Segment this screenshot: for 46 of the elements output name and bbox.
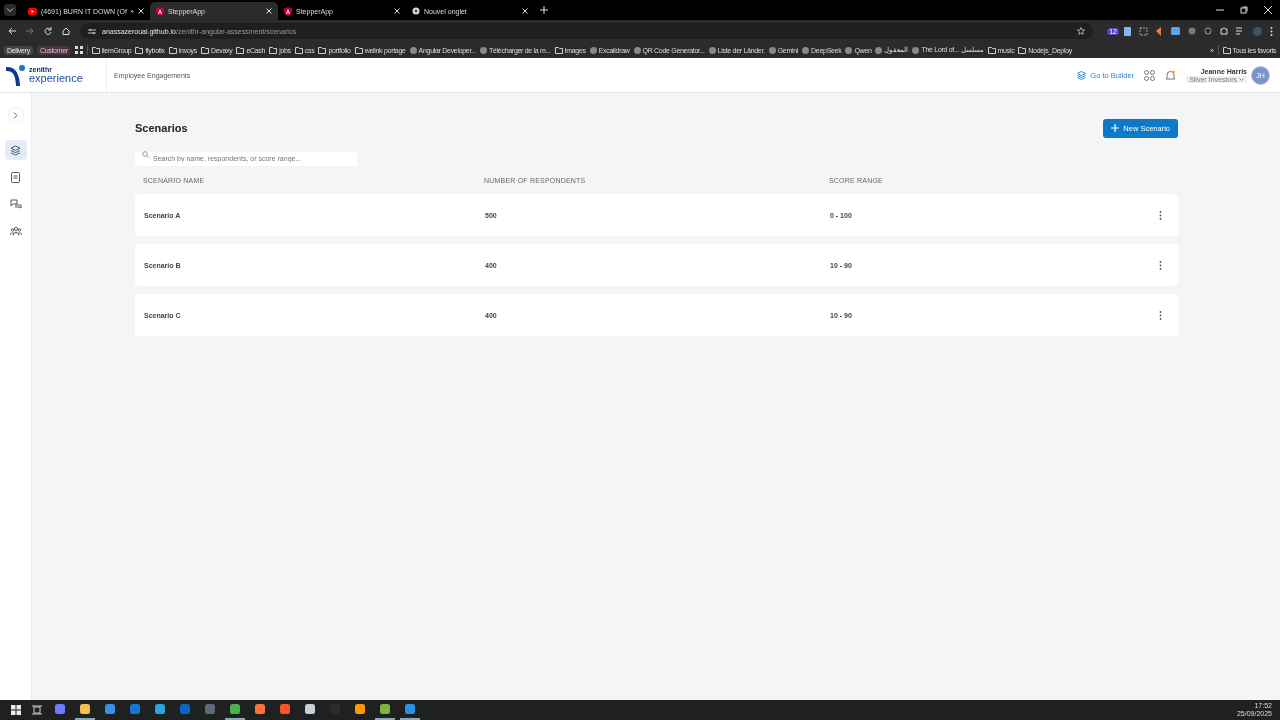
- site-icon: [708, 46, 716, 54]
- site-icon: [845, 46, 853, 54]
- more-icon[interactable]: [1270, 26, 1273, 36]
- page-title: Scenarios: [135, 122, 188, 134]
- site-icon: [768, 46, 776, 54]
- people-icon: [9, 226, 22, 236]
- site-icon: [480, 46, 488, 54]
- logo-text: experience: [29, 73, 83, 84]
- windows-icon[interactable]: [11, 705, 21, 715]
- site-icon: [409, 46, 417, 54]
- task-view-icon[interactable]: [32, 705, 42, 715]
- more-icon[interactable]: [1159, 310, 1162, 320]
- close-icon[interactable]: [266, 8, 272, 14]
- media-icon[interactable]: [1236, 27, 1245, 35]
- bell-icon[interactable]: [1165, 69, 1177, 81]
- site-icon: [802, 46, 810, 54]
- site-icon: [589, 46, 597, 54]
- caret-icon: [1239, 77, 1244, 81]
- layers-nav-item[interactable]: [4, 140, 27, 160]
- more-icon[interactable]: [1159, 260, 1162, 270]
- plus-icon: [1111, 124, 1120, 132]
- layers-icon: [1077, 70, 1087, 80]
- logo-icon: [6, 64, 26, 86]
- search-icon: [142, 150, 149, 158]
- site-icon: [633, 46, 641, 54]
- close-icon[interactable]: [522, 8, 528, 14]
- angular-icon: [156, 6, 164, 16]
- document-icon: [11, 171, 20, 183]
- new-tab-icon[interactable]: [540, 6, 548, 14]
- tab-list-icon[interactable]: [4, 4, 16, 16]
- site-settings-icon[interactable]: [88, 27, 96, 35]
- close-icon[interactable]: [394, 8, 400, 14]
- more-icon[interactable]: [1159, 210, 1162, 220]
- puzzle-icon[interactable]: [1220, 27, 1228, 35]
- chat-icon: [9, 199, 22, 209]
- speaker-icon[interactable]: [130, 7, 134, 15]
- play-icon: [28, 7, 37, 15]
- star-icon[interactable]: [1077, 27, 1086, 35]
- site-icon: [875, 46, 883, 54]
- apps-icon[interactable]: [74, 46, 83, 54]
- site-icon: [912, 46, 920, 54]
- layers-icon: [10, 144, 21, 156]
- globe-icon: [412, 7, 420, 15]
- grid-icon[interactable]: [1144, 69, 1156, 81]
- close-icon[interactable]: [138, 8, 144, 14]
- angular-icon: [284, 6, 292, 16]
